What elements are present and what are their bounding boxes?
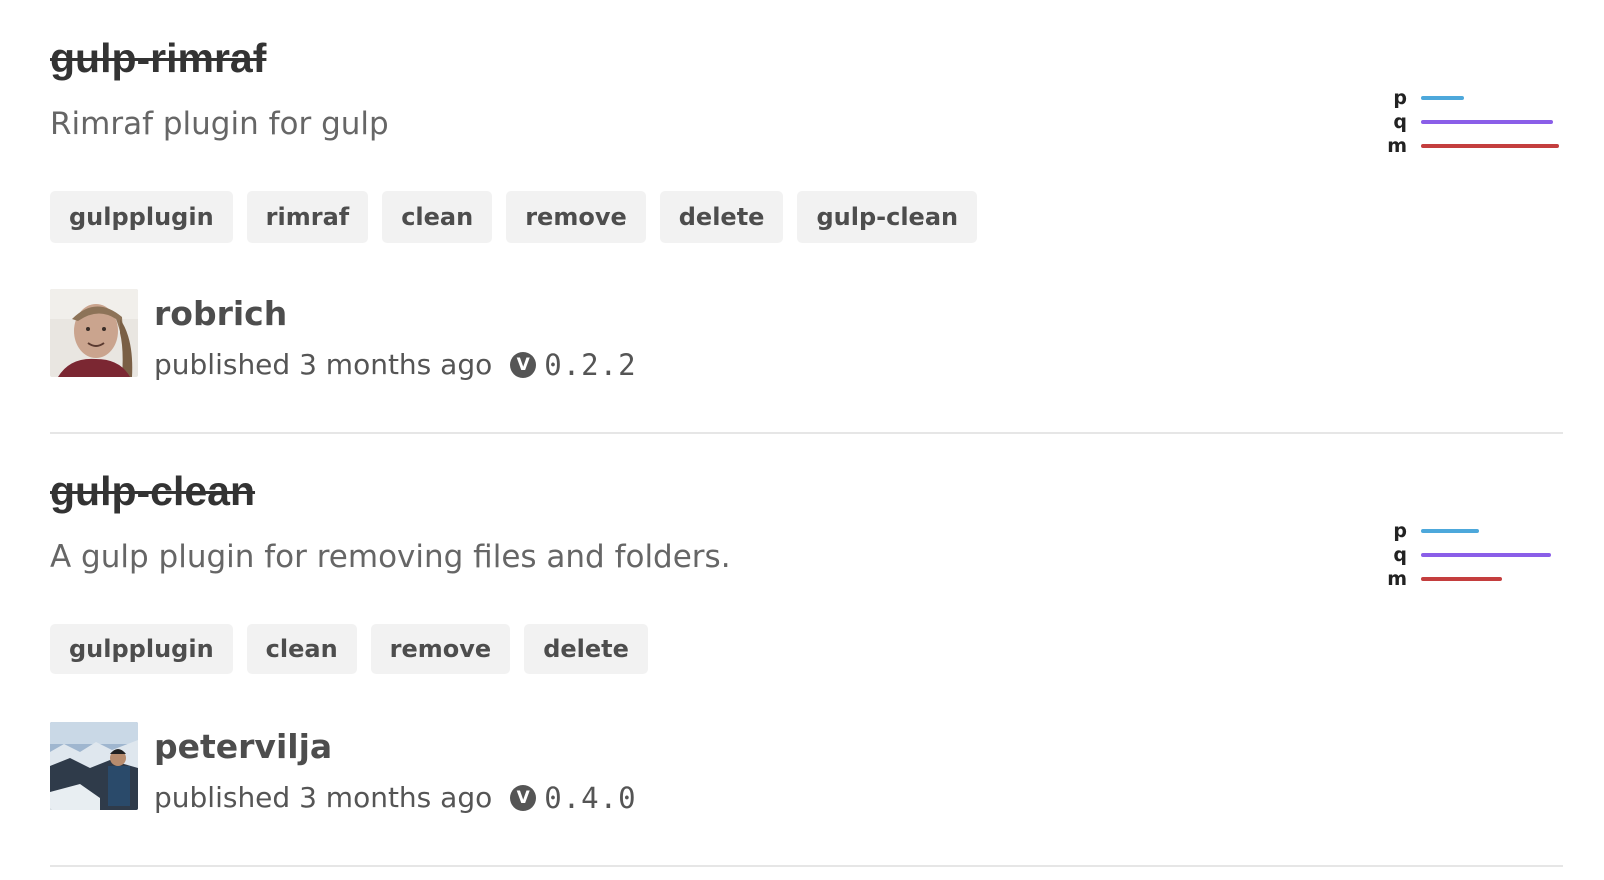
publisher-name-link[interactable]: petervilja: [154, 727, 332, 767]
version-number: 0.2.2: [544, 348, 637, 382]
publisher-avatar[interactable]: [50, 722, 138, 810]
keyword-tag[interactable]: remove: [370, 624, 511, 674]
keyword-tag[interactable]: remove: [506, 191, 646, 243]
package-result: gulp-clean A gulp plugin for removing fi…: [50, 433, 1563, 867]
quality-bar: [1421, 553, 1551, 557]
score-label: q: [1393, 544, 1407, 566]
keyword-tag[interactable]: gulpplugin: [50, 191, 233, 243]
maintenance-bar: [1421, 144, 1559, 148]
publisher-avatar[interactable]: [50, 289, 138, 377]
publish-info: published 3 months ago V 0.2.2: [154, 345, 637, 385]
maintenance-bar: [1421, 577, 1502, 581]
version-icon: V: [510, 785, 537, 811]
keyword-tag[interactable]: rimraf: [246, 191, 369, 243]
score-row-popularity: p: [1373, 519, 1563, 543]
score-label: p: [1393, 87, 1407, 109]
keyword-tag[interactable]: gulpplugin: [50, 624, 233, 674]
version-icon: V: [510, 352, 537, 378]
score-label: m: [1387, 568, 1407, 590]
package-description: Rimraf plugin for gulp: [50, 106, 389, 142]
score-row-maintenance: m: [1373, 134, 1563, 158]
keyword-tag[interactable]: clean: [246, 624, 357, 674]
keyword-tag[interactable]: gulp-clean: [797, 191, 978, 243]
score-row-popularity: p: [1373, 86, 1563, 110]
package-description: A gulp plugin for removing files and fol…: [50, 539, 731, 575]
package-name-link[interactable]: gulp-rimraf: [50, 32, 266, 84]
keyword-tag[interactable]: clean: [382, 191, 493, 243]
version-number: 0.4.0: [544, 781, 637, 815]
score-row-maintenance: m: [1373, 567, 1563, 591]
package-result: gulp-rimraf Rimraf plugin for gulp gulpp…: [50, 0, 1563, 434]
score-label: m: [1387, 135, 1407, 157]
score-chart: p q m: [1373, 519, 1563, 591]
publish-info: published 3 months ago V 0.4.0: [154, 778, 637, 818]
keyword-tag[interactable]: delete: [659, 191, 784, 243]
package-name-link[interactable]: gulp-clean: [50, 465, 255, 517]
score-row-quality: q: [1373, 543, 1563, 567]
score-label: q: [1393, 111, 1407, 133]
publisher-name-link[interactable]: robrich: [154, 294, 287, 334]
keyword-list: gulpplugin clean remove delete: [50, 624, 648, 674]
score-chart: p q m: [1373, 86, 1563, 158]
published-date: published 3 months ago: [154, 781, 493, 814]
keyword-list: gulpplugin rimraf clean remove delete gu…: [50, 191, 978, 243]
popularity-bar: [1421, 96, 1464, 100]
score-label: p: [1393, 520, 1407, 542]
avatar-image: [50, 722, 138, 810]
popularity-bar: [1421, 529, 1479, 533]
published-date: published 3 months ago: [154, 348, 493, 381]
keyword-tag[interactable]: delete: [524, 624, 648, 674]
score-row-quality: q: [1373, 110, 1563, 134]
quality-bar: [1421, 120, 1553, 124]
avatar-image: [50, 289, 138, 377]
